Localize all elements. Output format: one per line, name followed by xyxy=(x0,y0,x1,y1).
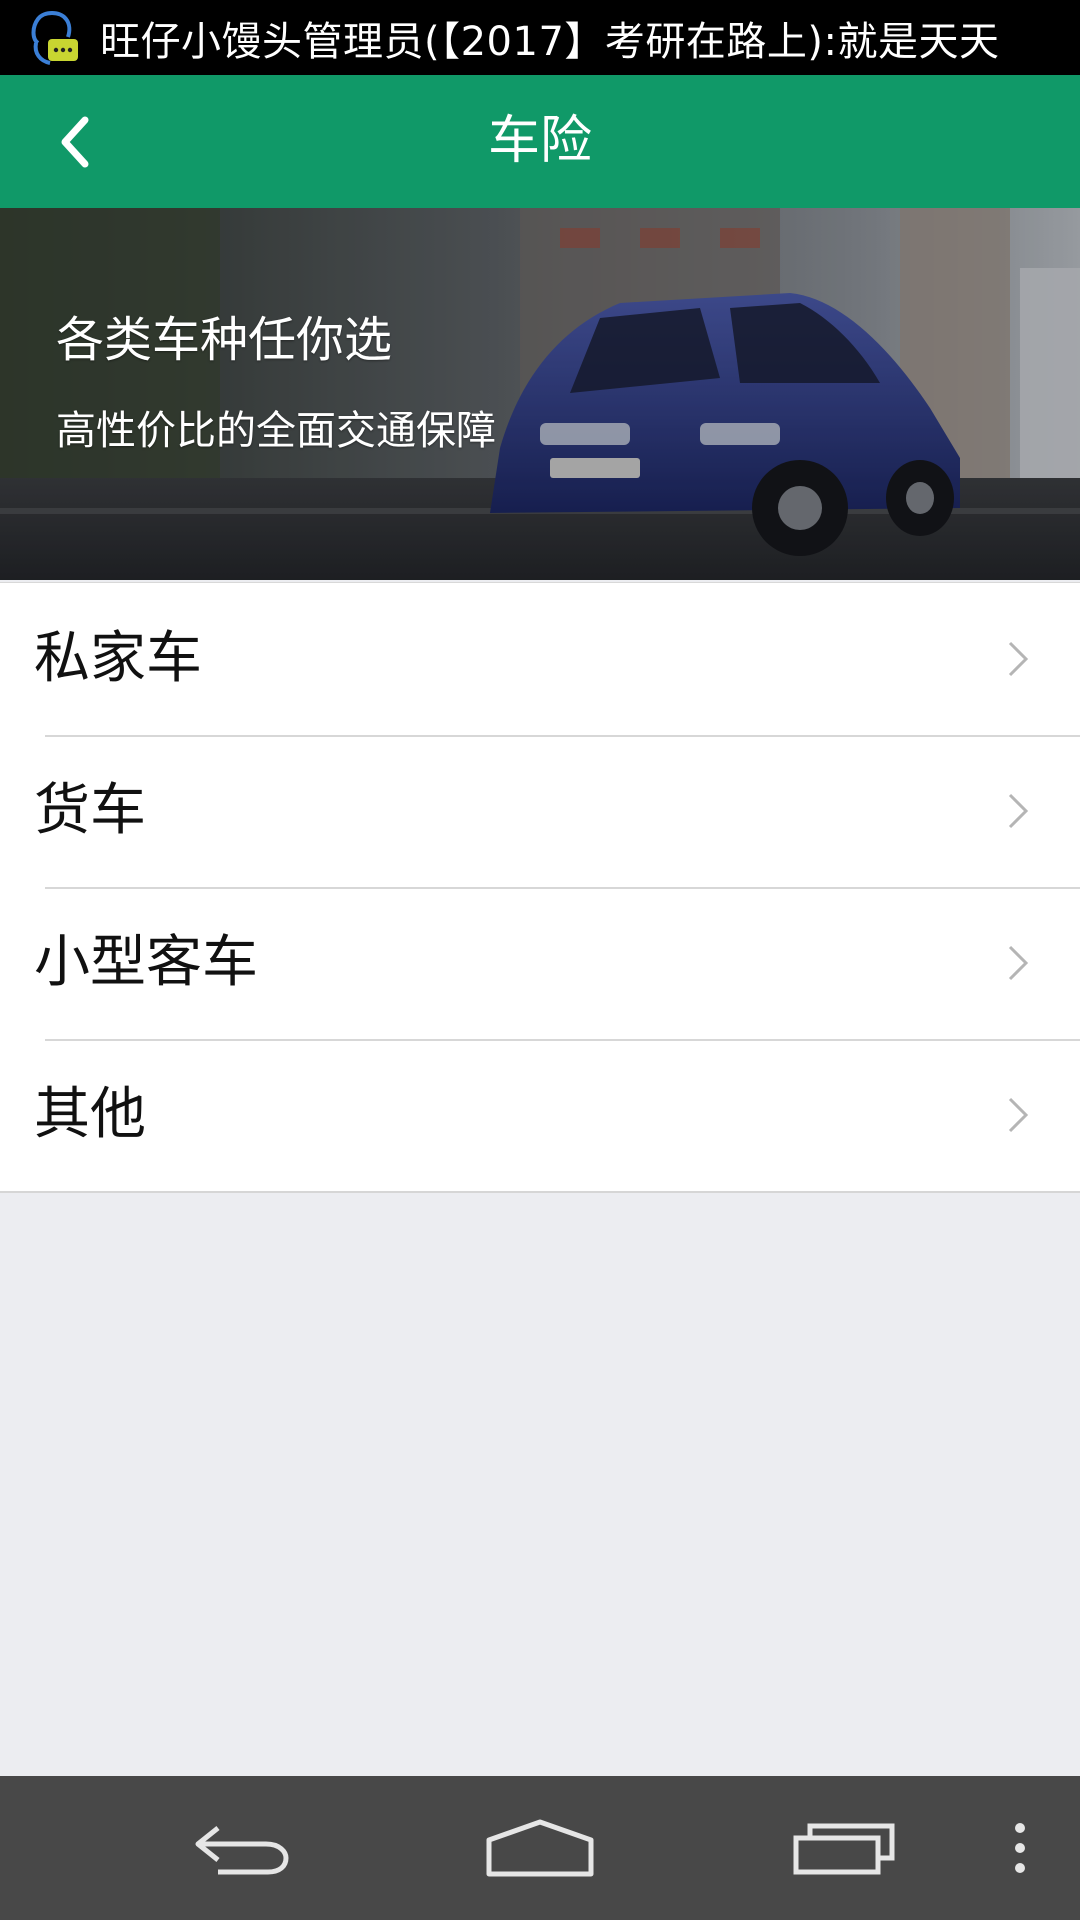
chevron-right-icon xyxy=(1008,1097,1029,1133)
list-item-label: 私家车 xyxy=(34,626,202,691)
qq-chat-icon xyxy=(28,0,98,75)
banner-title: 各类车种任你选 xyxy=(56,312,393,368)
chevron-right-icon xyxy=(1008,793,1029,829)
notification-text: 旺仔小馒头管理员(【2017】考研在路上):就是天天 xyxy=(100,18,1000,65)
home-icon xyxy=(486,1819,594,1877)
chevron-right-icon xyxy=(1008,641,1029,677)
vehicle-type-list: 私家车 货车 小型客车 其他 xyxy=(0,582,1080,1193)
nav-home-button[interactable] xyxy=(470,1776,610,1920)
chevron-right-icon xyxy=(1008,945,1029,981)
list-item-label: 货车 xyxy=(34,778,146,843)
promo-banner: 各类车种任你选 高性价比的全面交通保障 xyxy=(0,208,1080,580)
banner-subtitle: 高性价比的全面交通保障 xyxy=(56,408,496,454)
app-bar: 车险 xyxy=(0,75,1080,208)
recents-icon xyxy=(793,1823,895,1875)
nav-recents-button[interactable] xyxy=(770,1776,920,1920)
list-item-label: 小型客车 xyxy=(34,930,258,995)
list-item-private-car[interactable]: 私家车 xyxy=(0,583,1080,735)
back-icon xyxy=(195,1826,289,1875)
nav-back-button[interactable] xyxy=(170,1776,310,1920)
nav-overflow-button[interactable] xyxy=(990,1776,1050,1920)
list-item-other[interactable]: 其他 xyxy=(0,1039,1080,1191)
overflow-menu-icon xyxy=(1015,1823,1025,1873)
status-bar: 旺仔小馒头管理员(【2017】考研在路上):就是天天 xyxy=(0,0,1080,75)
list-item-label: 其他 xyxy=(34,1082,146,1147)
system-nav-bar xyxy=(0,1776,1080,1920)
list-item-small-bus[interactable]: 小型客车 xyxy=(0,887,1080,1039)
page-title: 车险 xyxy=(487,111,592,171)
list-item-truck[interactable]: 货车 xyxy=(0,735,1080,887)
banner-car-image xyxy=(0,208,1080,580)
